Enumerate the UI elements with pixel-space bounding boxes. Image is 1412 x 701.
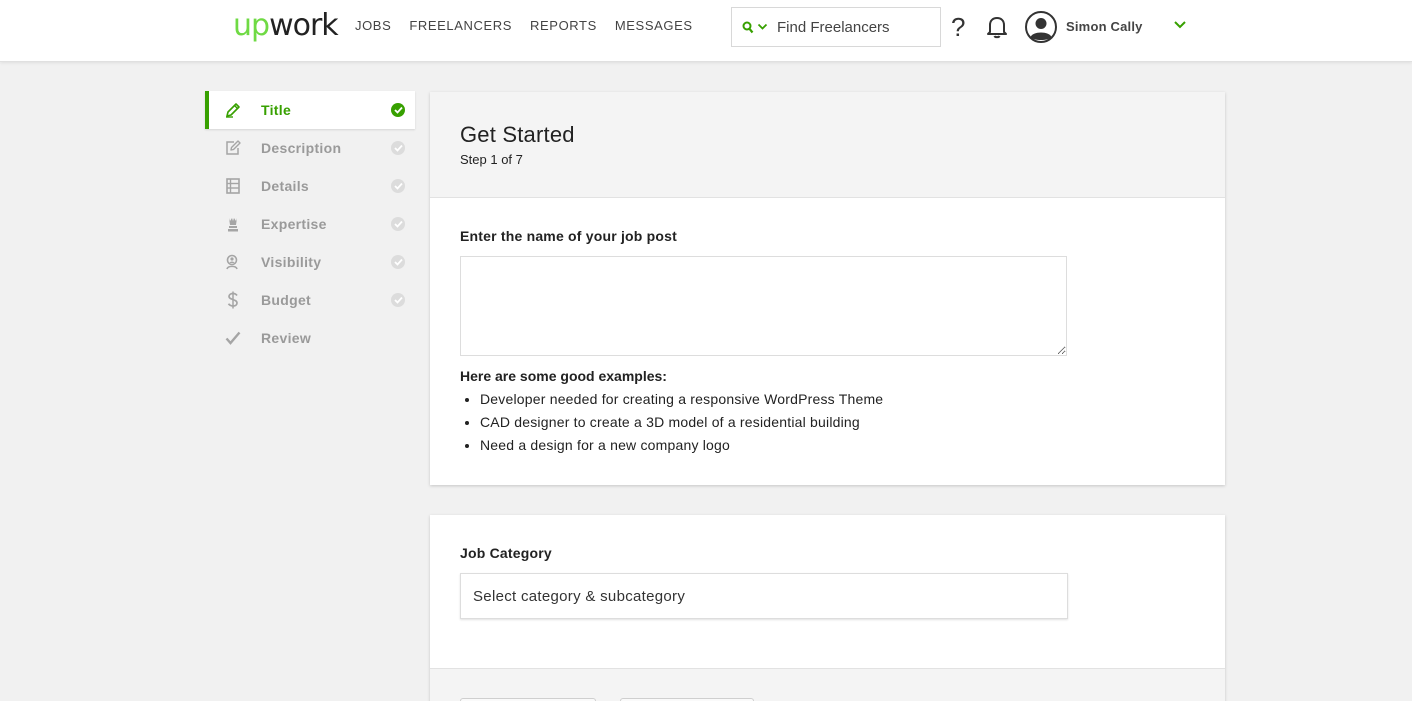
examples-title: Here are some good examples: [460, 368, 667, 384]
main-nav: JOBS FREELANCERS REPORTS MESSAGES [355, 19, 693, 33]
sidebar-item-label: Expertise [261, 216, 327, 232]
sidebar-item-label: Description [261, 140, 342, 156]
bell-icon[interactable] [986, 15, 1008, 39]
avatar[interactable] [1025, 11, 1057, 43]
nav-freelancers[interactable]: FREELANCERS [409, 19, 512, 33]
pencil-icon [225, 102, 241, 118]
help-icon[interactable]: ? [951, 12, 965, 42]
list-icon [225, 178, 241, 194]
post-job-steps-sidebar: Title Description Details Expertise Visi… [205, 91, 415, 357]
list-item: CAD designer to create a 3D model of a r… [480, 411, 1195, 434]
sidebar-item-review[interactable]: Review [205, 319, 415, 357]
sidebar-item-details[interactable]: Details [205, 167, 415, 205]
edit-note-icon [225, 140, 241, 156]
sidebar-item-label: Review [261, 330, 312, 346]
card-body: Enter the name of your job post Here are… [430, 198, 1225, 487]
check-circle-icon [391, 141, 405, 155]
page-title: Get Started [460, 122, 575, 147]
card-body: Job Category Select category & subcatego… [430, 515, 1225, 649]
sidebar-item-label: Visibility [261, 254, 322, 270]
job-category-label: Job Category [460, 545, 552, 561]
job-name-label: Enter the name of your job post [460, 228, 677, 244]
sidebar-item-label: Details [261, 178, 310, 194]
category-select[interactable]: Select category & subcategory [460, 573, 1068, 619]
sidebar-item-title[interactable]: Title [205, 91, 415, 129]
list-item: Need a design for a new company logo [480, 434, 1195, 457]
chess-piece-icon [225, 216, 241, 232]
chevron-down-icon [757, 23, 768, 30]
search-type-dropdown[interactable] [732, 21, 777, 34]
card-footer [430, 668, 1225, 701]
job-category-card: Job Category Select category & subcatego… [430, 515, 1225, 701]
list-item: Developer needed for creating a responsi… [480, 388, 1195, 411]
examples-list: Developer needed for creating a responsi… [460, 388, 1195, 457]
check-circle-icon [391, 293, 405, 307]
search-icon [742, 21, 754, 33]
check-circle-icon [391, 255, 405, 269]
step-indicator: Step 1 of 7 [460, 152, 523, 167]
job-name-input[interactable] [460, 256, 1067, 356]
search-input[interactable] [777, 18, 937, 36]
chevron-down-icon[interactable] [1173, 20, 1187, 30]
user-name[interactable]: Simon Cally [1066, 19, 1143, 34]
top-navigation-bar: upwork JOBS FREELANCERS REPORTS MESSAGES… [0, 0, 1412, 62]
sidebar-item-visibility[interactable]: Visibility [205, 243, 415, 281]
search-box [731, 7, 941, 47]
check-circle-icon [391, 103, 405, 117]
logo-work-text: work [269, 8, 339, 43]
nav-messages[interactable]: MESSAGES [615, 19, 693, 33]
sidebar-item-label: Title [261, 102, 292, 118]
check-circle-icon [391, 179, 405, 193]
upwork-logo[interactable]: upwork [233, 8, 339, 43]
card-header: Get Started Step 1 of 7 [430, 92, 1225, 198]
logo-up-text: up [233, 8, 270, 43]
search-person-icon [225, 254, 241, 270]
check-circle-icon [391, 217, 405, 231]
job-title-card: Get Started Step 1 of 7 Enter the name o… [430, 92, 1225, 485]
checkmark-icon [225, 330, 241, 346]
sidebar-item-description[interactable]: Description [205, 129, 415, 167]
nav-jobs[interactable]: JOBS [355, 19, 391, 33]
nav-reports[interactable]: REPORTS [530, 19, 597, 33]
dollar-icon [225, 291, 241, 309]
sidebar-item-label: Budget [261, 292, 312, 308]
sidebar-item-budget[interactable]: Budget [205, 281, 415, 319]
sidebar-item-expertise[interactable]: Expertise [205, 205, 415, 243]
